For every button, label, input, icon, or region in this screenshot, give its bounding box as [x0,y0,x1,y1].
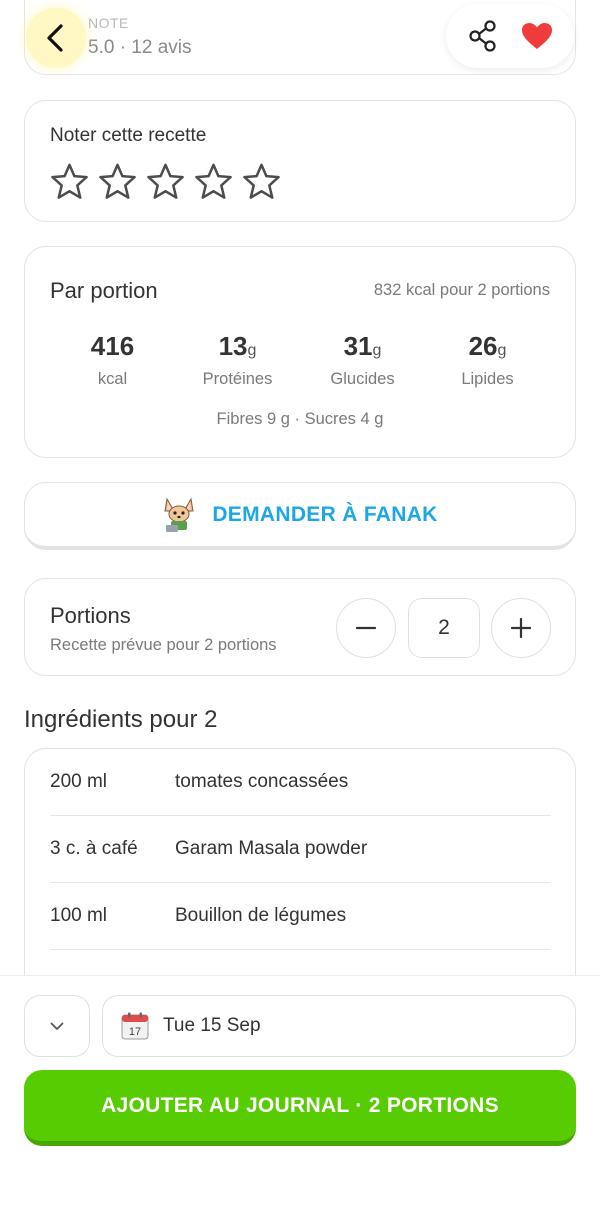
ingredient-qty: 200 ml [50,771,108,792]
macro-fats: 26g Lipides [425,331,550,389]
ask-fanak-button[interactable]: DEMANDER À FANAK [24,482,576,550]
back-button[interactable] [26,8,86,68]
decrease-portions-button[interactable] [336,598,396,658]
ingredient-qty: 3 c. à café [50,838,138,859]
chevron-down-icon [50,1022,64,1030]
ingredients-card: 200 ml tomates concassées 3 c. à café Ga… [24,748,576,1008]
ingredient-name: Bouillon de légumes [175,905,347,926]
ingredient-name: Garam Masala powder [175,838,368,859]
minus-icon [356,626,376,630]
date-picker[interactable]: 17 Tue 15 Sep [102,995,576,1057]
star-rating [50,162,281,201]
increase-portions-button[interactable] [491,598,551,658]
star-1-icon[interactable] [50,162,89,201]
macro-kcal: 416 kcal [50,331,175,389]
macro-label: kcal [97,370,128,388]
macro-label: Glucides [330,370,395,388]
plus-icon [511,618,531,638]
calendar-icon: 17 [121,1012,149,1040]
macro-carbs: 31g Glucides [300,331,425,389]
nutrition-card: Par portion 832 kcal pour 2 portions 416… [24,246,576,458]
rate-recipe-title: Noter cette recette [50,125,207,146]
bottom-action-bar: 17 Tue 15 Sep AJOUTER AU JOURNAL · 2 POR… [0,975,600,1215]
share-button[interactable] [461,14,505,58]
date-value: Tue 15 Sep [163,1015,261,1036]
add-to-journal-label: AJOUTER AU JOURNAL · 2 PORTIONS [101,1093,499,1117]
heart-icon [522,23,552,49]
macro-proteins: 13g Protéines [175,331,300,389]
portions-title: Portions [50,603,131,628]
macro-unit: g [372,342,382,359]
nutrition-title: Par portion [50,278,158,303]
macro-value: 26 [468,331,498,361]
ingredients-title: Ingrédients pour 2 [24,706,218,733]
ingredient-row: 200 ml tomates concassées [50,749,551,816]
meal-dropdown-button[interactable] [24,995,90,1057]
star-2-icon[interactable] [98,162,137,201]
ingredient-row: 100 ml Bouillon de légumes [50,883,551,950]
note-label: NOTE [88,15,129,31]
star-3-icon[interactable] [146,162,185,201]
top-actions [446,4,574,68]
calendar-day: 17 [129,1026,141,1038]
portions-value[interactable]: 2 [408,598,480,658]
macro-unit: g [497,342,507,359]
macro-value: 13 [218,331,248,361]
ask-fanak-label: DEMANDER À FANAK [212,502,438,526]
fennec-mascot-icon [164,497,194,532]
favorite-button[interactable] [515,14,559,58]
share-icon [469,20,496,52]
ingredient-name: tomates concassées [175,771,349,792]
add-to-journal-button[interactable]: AJOUTER AU JOURNAL · 2 PORTIONS [24,1070,576,1146]
macro-unit: g [247,342,257,359]
portions-subtitle: Recette prévue pour 2 portions [50,636,277,654]
ingredient-row: 3 c. à café Garam Masala powder [50,816,551,883]
macro-value: 416 [90,331,135,361]
macro-label: Protéines [202,370,273,388]
star-5-icon[interactable] [242,162,281,201]
note-value: 5.0 · 12 avis [88,37,192,58]
ingredient-qty: 100 ml [50,905,108,926]
macro-value: 31 [343,331,373,361]
nutrition-extra: Fibres 9 g · Sucres 4 g [216,410,384,428]
macro-label: Lipides [461,370,514,388]
rate-recipe-card: Noter cette recette [24,100,576,222]
chevron-left-icon [47,24,63,52]
portions-card: Portions Recette prévue pour 2 portions … [24,578,576,676]
macros-row: 416 kcal 13g Protéines 31g Glucides 26g … [50,331,550,389]
nutrition-total: 832 kcal pour 2 portions [373,281,550,299]
star-4-icon[interactable] [194,162,233,201]
